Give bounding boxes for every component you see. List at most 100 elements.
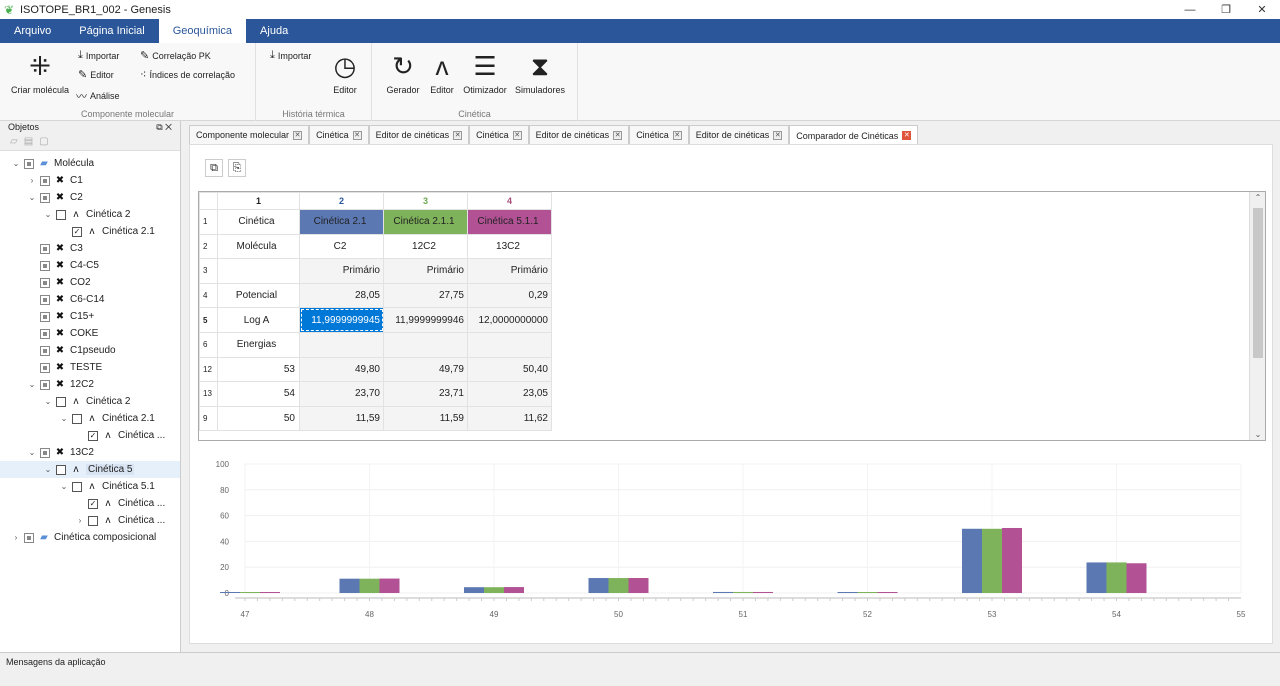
tree-item[interactable]: ✓ ʌ Cinética ...	[0, 495, 180, 512]
grid-cell[interactable]: 11,59	[299, 405, 384, 432]
tree-item[interactable]: ✖ C1pseudo	[0, 342, 180, 359]
grid-cell[interactable]: 28,05	[299, 282, 384, 309]
tree-item[interactable]: › ✖ C1	[0, 172, 180, 189]
tree-item[interactable]: ✖ C6-C14	[0, 291, 180, 308]
tree-item[interactable]: ⌄ ʌ Cinética 2	[0, 206, 180, 223]
tree-item[interactable]: ⌄ ✖ 13C2	[0, 444, 180, 461]
open-folder-icon[interactable]: ▱	[10, 136, 18, 149]
float-icon[interactable]: ⧉	[156, 122, 162, 132]
tab-close-icon[interactable]: ✕	[512, 130, 522, 140]
tree-checkbox[interactable]	[72, 481, 82, 492]
tab-close-icon[interactable]: ✕	[902, 131, 912, 140]
grid-cell[interactable]: Energias	[217, 331, 300, 358]
grid-cell[interactable]: Potencial	[217, 282, 300, 309]
grid-cell[interactable]: Cinética 5.1.1	[467, 209, 552, 235]
grid-cell[interactable]	[467, 331, 552, 358]
tree-item[interactable]: › ʌ Cinética ...	[0, 512, 180, 529]
column-header[interactable]: 4	[467, 192, 552, 210]
tree-checkbox[interactable]	[40, 345, 50, 356]
grid-cell[interactable]: 23,71	[383, 381, 468, 407]
grid-cell[interactable]: 23,70	[299, 381, 384, 407]
row-header[interactable]: 2	[199, 233, 218, 260]
column-header[interactable]: 3	[383, 192, 468, 210]
tree-item[interactable]: ✖ TESTE	[0, 359, 180, 376]
criar-molecula-button[interactable]: ⁜ Criar molécula	[8, 51, 72, 95]
grid-cell[interactable]: 0,29	[467, 282, 552, 309]
tree-item[interactable]: ⌄ ʌ Cinética 2	[0, 393, 180, 410]
tree-checkbox[interactable]	[40, 294, 50, 305]
grid-cell[interactable]: Cinética 2.1	[299, 209, 384, 235]
expand-chevron-icon[interactable]: ›	[74, 516, 86, 525]
gerador-button[interactable]: ↻ Gerador	[384, 51, 422, 95]
scroll-down-icon[interactable]: ⌄	[1250, 430, 1265, 439]
expand-chevron-icon[interactable]: ⌄	[42, 465, 54, 474]
expand-chevron-icon[interactable]: ›	[26, 176, 38, 185]
tree-checkbox[interactable]	[56, 396, 66, 407]
tree-item[interactable]: ✖ C15+	[0, 308, 180, 325]
tree-checkbox[interactable]	[56, 464, 66, 475]
grid-cell[interactable]: 53	[217, 356, 300, 383]
grid-cell[interactable]: Log A	[217, 307, 300, 333]
tree-item[interactable]: › ▰ Cinética composicional	[0, 529, 180, 546]
tree-checkbox[interactable]	[72, 413, 82, 424]
grid-cell[interactable]: 49,80	[299, 356, 384, 383]
menu-pagina-inicial[interactable]: Página Inicial	[65, 19, 158, 43]
maximize-button[interactable]: ❐	[1208, 0, 1244, 19]
tree-checkbox[interactable]: ✓	[72, 226, 82, 237]
tree-checkbox[interactable]: ✓	[88, 498, 98, 509]
row-header[interactable]: 5	[199, 307, 218, 333]
tab[interactable]: Editor de cinéticas ✕	[368, 125, 470, 144]
new-file-icon[interactable]: ▢	[39, 136, 48, 149]
tab-close-icon[interactable]: ✕	[613, 130, 623, 140]
close-button[interactable]: ✕	[1244, 0, 1280, 19]
tree-item[interactable]: ✖ CO2	[0, 274, 180, 291]
tab[interactable]: Cinética ✕	[469, 125, 529, 144]
grid-scrollbar[interactable]: ⌃ ⌄	[1249, 192, 1265, 440]
grid-cell[interactable]: 11,59	[383, 405, 468, 432]
grid-cell[interactable]: 11,9999999946	[383, 307, 468, 333]
expand-chevron-icon[interactable]: ⌄	[58, 482, 70, 491]
grid-cell[interactable]: 12,0000000000	[467, 307, 552, 333]
tree-item[interactable]: ✓ ʌ Cinética ...	[0, 427, 180, 444]
menu-geoquimica[interactable]: Geoquímica	[158, 19, 247, 43]
importar-historia-button[interactable]: ⤓ Importar	[270, 49, 311, 62]
tab-close-icon[interactable]: ✕	[453, 130, 463, 140]
tree-item[interactable]: ✖ C4-C5	[0, 257, 180, 274]
tree-item[interactable]: ⌄ ✖ 12C2	[0, 376, 180, 393]
tree-checkbox[interactable]: ✓	[88, 430, 98, 441]
tree-checkbox[interactable]	[40, 243, 50, 254]
row-header[interactable]: 13	[199, 381, 218, 407]
editor-cinetica-button[interactable]: ʌ Editor	[424, 51, 460, 95]
tab[interactable]: Cinética ✕	[629, 125, 689, 144]
indices-correlacao-button[interactable]: ⁖ Índices de correlação	[140, 68, 235, 81]
tab-close-icon[interactable]: ✕	[293, 130, 303, 140]
tab-close-icon[interactable]: ✕	[352, 130, 362, 140]
editor-button[interactable]: ✎ Editor	[78, 68, 114, 81]
tree-item[interactable]: ⌄ ʌ Cinética 2.1	[0, 410, 180, 427]
correlacao-pk-button[interactable]: ✎ Correlação PK	[140, 49, 211, 62]
copy-button[interactable]: ⧉	[205, 159, 223, 177]
expand-chevron-icon[interactable]: ⌄	[26, 380, 38, 389]
tree-checkbox[interactable]	[24, 532, 34, 543]
tree-item[interactable]: ⌄ ʌ Cinética 5.1	[0, 478, 180, 495]
tab[interactable]: Componente molecular ✕	[189, 125, 310, 144]
tab[interactable]: Editor de cinéticas ✕	[688, 125, 790, 144]
grid-cell[interactable]: C2	[299, 233, 384, 260]
row-header[interactable]: 6	[199, 331, 218, 358]
minimize-button[interactable]: —	[1172, 0, 1208, 19]
export-button[interactable]: ⎘	[228, 159, 246, 177]
menu-ajuda[interactable]: Ajuda	[246, 19, 302, 43]
grid-cell[interactable]	[299, 331, 384, 358]
tree-checkbox[interactable]	[40, 277, 50, 288]
tab-close-icon[interactable]: ✕	[773, 130, 783, 140]
tab[interactable]: Editor de cinéticas ✕	[528, 125, 630, 144]
simuladores-button[interactable]: ⧗ Simuladores	[512, 51, 568, 95]
tree-checkbox[interactable]	[88, 515, 98, 526]
expand-chevron-icon[interactable]: ›	[10, 533, 22, 542]
tree-checkbox[interactable]	[40, 379, 50, 390]
row-header[interactable]: 4	[199, 282, 218, 309]
editor-historia-button[interactable]: ◷ Editor	[326, 51, 364, 95]
grid-cell[interactable]: 11,62	[467, 405, 552, 432]
tree-item[interactable]: ⌄ ▰ Molécula	[0, 155, 180, 172]
tree-checkbox[interactable]	[40, 362, 50, 373]
